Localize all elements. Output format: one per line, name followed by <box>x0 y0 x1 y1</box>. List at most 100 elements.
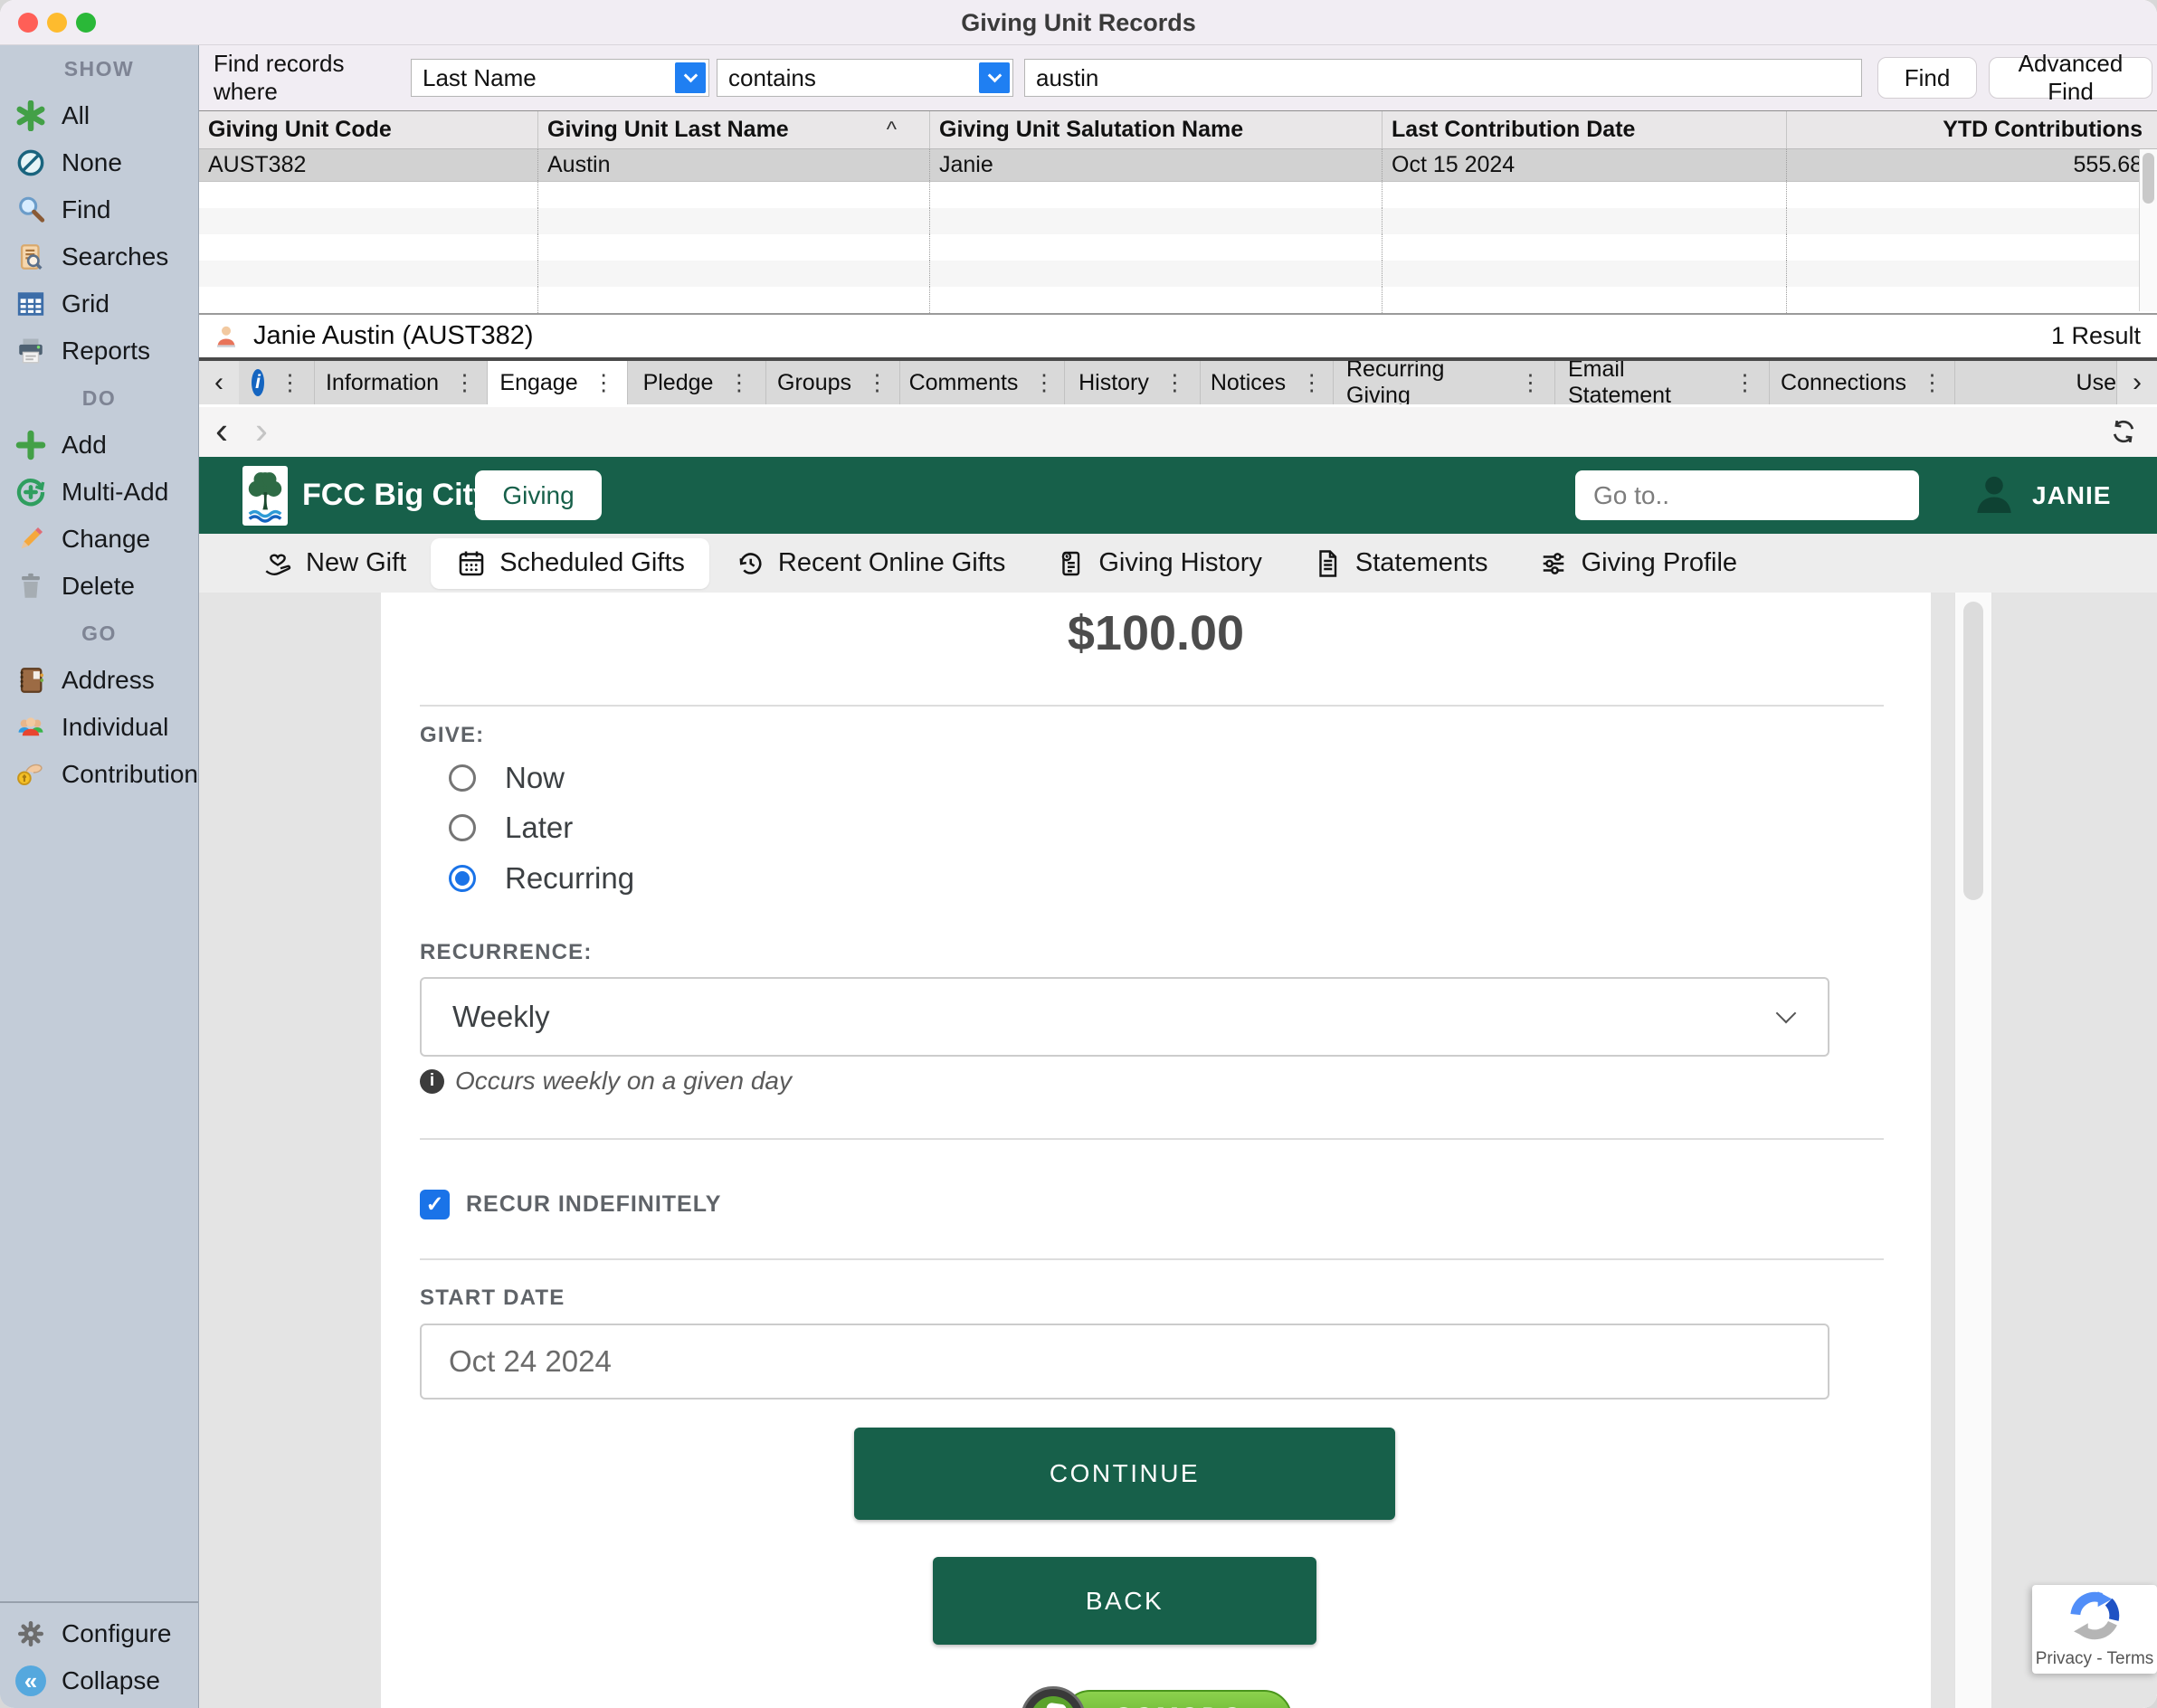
sidebar-item-add[interactable]: Add <box>0 422 198 469</box>
tab-info[interactable]: i ⋮ <box>239 361 315 404</box>
radio-checked-icon[interactable] <box>449 865 476 892</box>
column-header[interactable]: Last Contribution Date <box>1383 111 1787 148</box>
nav-giving-history[interactable]: Giving History <box>1030 538 1287 589</box>
sidebar-item-contributions[interactable]: Contributions <box>0 751 198 798</box>
advanced-find-button[interactable]: Advanced Find <box>1989 57 2152 99</box>
recaptcha-links[interactable]: Privacy - Terms <box>2032 1649 2157 1669</box>
tab-menu-icon[interactable]: ⋮ <box>1921 369 1943 396</box>
column-header[interactable]: Giving Unit Salutation Name <box>930 111 1383 148</box>
tabs-scroll-right-button[interactable]: › <box>2117 361 2157 404</box>
trash-icon <box>13 568 49 604</box>
sidebar-item-individual[interactable]: Individual <box>0 704 198 751</box>
site-brand[interactable]: FCC Big City <box>302 457 490 534</box>
give-option-now[interactable]: Now <box>449 761 565 795</box>
sidebar-item-searches[interactable]: Searches <box>0 233 198 280</box>
tab-menu-icon[interactable]: ⋮ <box>453 369 476 396</box>
table-scrollbar[interactable] <box>2139 149 2157 311</box>
sidebar-item-collapse[interactable]: « Collapse <box>0 1657 198 1704</box>
tab-email-statement[interactable]: Email Statement⋮ <box>1555 361 1770 404</box>
minimize-button[interactable] <box>47 13 67 33</box>
sidebar-item-grid[interactable]: Grid <box>0 280 198 327</box>
tab-pledge[interactable]: Pledge⋮ <box>628 361 766 404</box>
tab-menu-icon[interactable]: ⋮ <box>1300 369 1323 396</box>
nav-scheduled-gifts[interactable]: Scheduled Gifts <box>431 538 709 589</box>
tab-menu-icon[interactable]: ⋮ <box>1734 369 1756 396</box>
nav-recent-online-gifts[interactable]: Recent Online Gifts <box>709 538 1030 589</box>
church-logo[interactable] <box>242 466 288 526</box>
refresh-icon[interactable] <box>2108 416 2139 451</box>
tab-menu-icon[interactable]: ⋮ <box>1164 369 1186 396</box>
field-dropdown[interactable]: Last Name <box>411 59 709 97</box>
webview-toolbar: ‹ › <box>199 407 2157 457</box>
tab-information[interactable]: Information⋮ <box>315 361 488 404</box>
recurrence-select[interactable]: Weekly <box>420 977 1829 1057</box>
column-header[interactable]: Giving Unit Last Name ^ <box>538 111 930 148</box>
sidebar-item-all[interactable]: All <box>0 92 198 139</box>
find-button[interactable]: Find <box>1877 57 1977 99</box>
sidebar-item-change[interactable]: Change <box>0 516 198 563</box>
user-name[interactable]: JANIE <box>2032 457 2111 534</box>
tab-connections[interactable]: Connections⋮ <box>1770 361 1955 404</box>
tab-menu-icon[interactable]: ⋮ <box>1032 369 1055 396</box>
cell-giving-unit-code: AUST382 <box>199 149 538 181</box>
start-date-input[interactable]: Oct 24 2024 <box>420 1324 1829 1400</box>
recur-indefinitely-field[interactable]: ✓ RECUR INDEFINITELY <box>420 1190 721 1219</box>
column-header[interactable]: YTD Contributions <box>1787 111 2157 148</box>
forward-nav-icon[interactable]: › <box>255 407 268 457</box>
sidebar-item-none[interactable]: None <box>0 139 198 186</box>
tab-menu-icon[interactable]: ⋮ <box>1519 369 1542 396</box>
webview-scrollbar[interactable] <box>1954 593 1992 1708</box>
tabs-scroll-left-button[interactable]: ‹ <box>199 361 239 404</box>
column-header[interactable]: Giving Unit Code <box>199 111 538 148</box>
window-titlebar: Giving Unit Records <box>0 0 2157 45</box>
close-button[interactable] <box>18 13 38 33</box>
tab-menu-icon[interactable]: ⋮ <box>727 369 750 396</box>
zoom-button[interactable] <box>76 13 96 33</box>
sidebar-item-label: Configure <box>62 1619 171 1648</box>
table-empty-row <box>199 208 2157 234</box>
back-button[interactable]: BACK <box>933 1557 1316 1645</box>
sidebar: SHOW All None Find Searches Grid Reports… <box>0 45 199 1708</box>
sidebar-item-address[interactable]: Address <box>0 657 198 704</box>
nav-new-gift[interactable]: New Gift <box>237 538 431 589</box>
operator-dropdown[interactable]: contains <box>717 59 1013 97</box>
tab-comments[interactable]: Comments⋮ <box>900 361 1065 404</box>
sidebar-item-delete[interactable]: Delete <box>0 563 198 610</box>
tab-recurring-giving[interactable]: Recurring Giving⋮ <box>1334 361 1555 404</box>
continue-button[interactable]: CONTINUE <box>854 1428 1395 1520</box>
back-nav-icon[interactable]: ‹ <box>215 407 228 457</box>
divider <box>420 1138 1884 1140</box>
giving-app-button[interactable]: Giving <box>475 470 602 520</box>
user-avatar[interactable] <box>1969 469 2019 524</box>
give-option-later[interactable]: Later <box>449 811 573 845</box>
checkbox-checked-icon[interactable]: ✓ <box>420 1190 450 1219</box>
radio-unchecked-icon[interactable] <box>449 814 476 841</box>
gift-amount: $100.00 <box>381 605 1931 661</box>
table-row[interactable]: AUST382 Austin Janie Oct 15 2024 555.68 <box>199 149 2157 182</box>
tab-menu-icon[interactable]: ⋮ <box>593 369 615 396</box>
nav-giving-profile[interactable]: Giving Profile <box>1513 538 1762 589</box>
tab-engage[interactable]: Engage⋮ <box>488 361 628 404</box>
radio-unchecked-icon[interactable] <box>449 764 476 792</box>
goto-search-input[interactable] <box>1575 470 1919 520</box>
search-input[interactable] <box>1024 59 1862 97</box>
tab-menu-icon[interactable]: ⋮ <box>279 369 301 396</box>
nav-statements[interactable]: Statements <box>1287 538 1513 589</box>
tab-groups[interactable]: Groups⋮ <box>766 361 900 404</box>
tab-history[interactable]: History⋮ <box>1065 361 1201 404</box>
asterisk-icon <box>13 98 49 134</box>
tab-notices[interactable]: Notices⋮ <box>1201 361 1334 404</box>
divider <box>420 705 1884 707</box>
record-title: Janie Austin (AUST382) <box>253 321 533 351</box>
sliders-icon <box>1537 547 1570 580</box>
sidebar-item-reports[interactable]: Reports <box>0 327 198 375</box>
tab-use-truncated[interactable]: Use <box>1955 361 2117 404</box>
give-option-recurring[interactable]: Recurring <box>449 861 634 896</box>
recaptcha-badge[interactable]: Privacy - Terms <box>2032 1585 2157 1674</box>
sidebar-item-configure[interactable]: Configure <box>0 1610 198 1657</box>
start-date-label: START DATE <box>420 1286 565 1311</box>
tab-menu-icon[interactable]: ⋮ <box>866 369 888 396</box>
give-label: GIVE: <box>420 723 484 748</box>
sidebar-item-multi-add[interactable]: Multi-Add <box>0 469 198 516</box>
sidebar-item-find[interactable]: Find <box>0 186 198 233</box>
